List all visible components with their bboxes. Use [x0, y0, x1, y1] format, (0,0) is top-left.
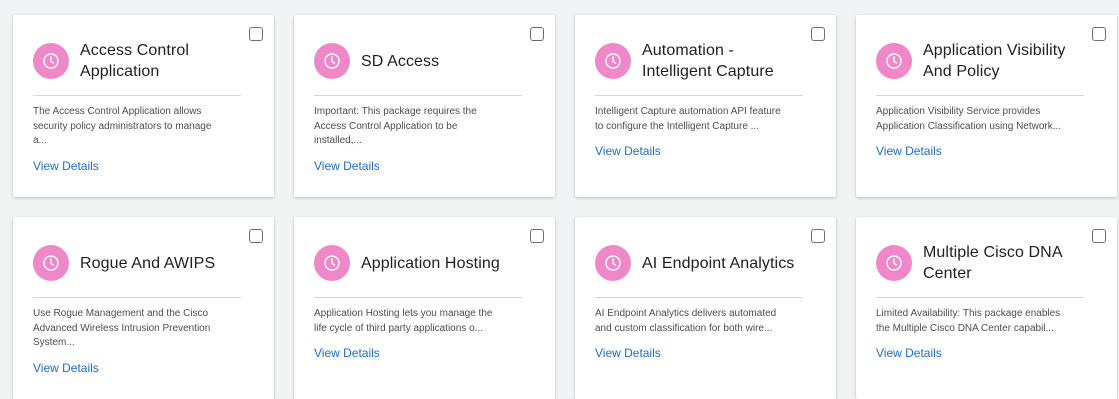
- card-header: Automation - Intelligent Capture: [595, 40, 806, 82]
- card-header: Application Hosting: [314, 242, 525, 284]
- card-description: Limited Availability: This package enabl…: [876, 308, 1061, 334]
- card-description: Application Visibility Service provides …: [876, 106, 1062, 132]
- view-details-link[interactable]: View Details: [876, 346, 942, 360]
- package-card-sd-access[interactable]: SD Access Important: This package requir…: [294, 15, 555, 197]
- select-checkbox[interactable]: [249, 229, 263, 243]
- view-details-link[interactable]: View Details: [33, 159, 99, 173]
- select-checkbox[interactable]: [1092, 27, 1106, 41]
- divider: [314, 297, 522, 298]
- package-card-multiple-cisco-dna-center[interactable]: Multiple Cisco DNA Center Limited Availa…: [856, 217, 1117, 399]
- card-header: Multiple Cisco DNA Center: [876, 242, 1087, 284]
- clock-icon: [595, 245, 631, 281]
- card-title: Rogue And AWIPS: [80, 254, 216, 272]
- card-title: Access Control Application: [80, 42, 189, 80]
- clock-icon: [33, 245, 69, 281]
- divider: [33, 297, 241, 298]
- card-title: AI Endpoint Analytics: [642, 254, 795, 272]
- card-title: Application Hosting: [361, 254, 500, 272]
- card-description: Application Hosting lets you manage the …: [314, 308, 493, 334]
- view-details-link[interactable]: View Details: [314, 346, 380, 360]
- divider: [595, 95, 803, 96]
- card-header: Rogue And AWIPS: [33, 242, 244, 284]
- clock-icon: [314, 245, 350, 281]
- view-details-link[interactable]: View Details: [595, 144, 661, 158]
- card-description: Intelligent Capture automation API featu…: [595, 106, 781, 132]
- card-title: Multiple Cisco DNA Center: [923, 244, 1063, 282]
- select-checkbox[interactable]: [811, 27, 825, 41]
- package-card-access-control[interactable]: Access Control Application The Access Co…: [13, 15, 274, 197]
- select-checkbox[interactable]: [249, 27, 263, 41]
- card-header: SD Access: [314, 40, 525, 82]
- package-grid: Access Control Application The Access Co…: [13, 15, 1117, 399]
- package-card-ai-endpoint-analytics[interactable]: AI Endpoint Analytics AI Endpoint Analyt…: [575, 217, 836, 399]
- view-details-link[interactable]: View Details: [876, 144, 942, 158]
- card-header: AI Endpoint Analytics: [595, 242, 806, 284]
- clock-icon: [876, 43, 912, 79]
- clock-icon: [876, 245, 912, 281]
- package-card-application-hosting[interactable]: Application Hosting Application Hosting …: [294, 217, 555, 399]
- package-card-application-visibility[interactable]: Application Visibility And Policy Applic…: [856, 15, 1117, 197]
- view-details-link[interactable]: View Details: [33, 361, 99, 375]
- divider: [876, 95, 1084, 96]
- clock-icon: [595, 43, 631, 79]
- divider: [595, 297, 803, 298]
- view-details-link[interactable]: View Details: [595, 346, 661, 360]
- divider: [33, 95, 241, 96]
- card-description: Use Rogue Management and the Cisco Advan…: [33, 308, 211, 348]
- view-details-link[interactable]: View Details: [314, 159, 380, 173]
- card-title: Automation - Intelligent Capture: [642, 42, 774, 80]
- divider: [314, 95, 522, 96]
- card-description: The Access Control Application allows se…: [33, 106, 212, 146]
- card-title: SD Access: [361, 52, 440, 70]
- card-title: Application Visibility And Policy: [923, 42, 1066, 80]
- select-checkbox[interactable]: [1092, 229, 1106, 243]
- clock-icon: [33, 43, 69, 79]
- clock-icon: [314, 43, 350, 79]
- card-description: Important: This package requires the Acc…: [314, 106, 477, 146]
- package-card-automation-intelligent-capture[interactable]: Automation - Intelligent Capture Intelli…: [575, 15, 836, 197]
- package-card-rogue-awips[interactable]: Rogue And AWIPS Use Rogue Management and…: [13, 217, 274, 399]
- select-checkbox[interactable]: [530, 229, 544, 243]
- select-checkbox[interactable]: [811, 229, 825, 243]
- card-header: Application Visibility And Policy: [876, 40, 1087, 82]
- divider: [876, 297, 1084, 298]
- card-header: Access Control Application: [33, 40, 244, 82]
- card-description: AI Endpoint Analytics delivers automated…: [595, 308, 777, 334]
- select-checkbox[interactable]: [530, 27, 544, 41]
